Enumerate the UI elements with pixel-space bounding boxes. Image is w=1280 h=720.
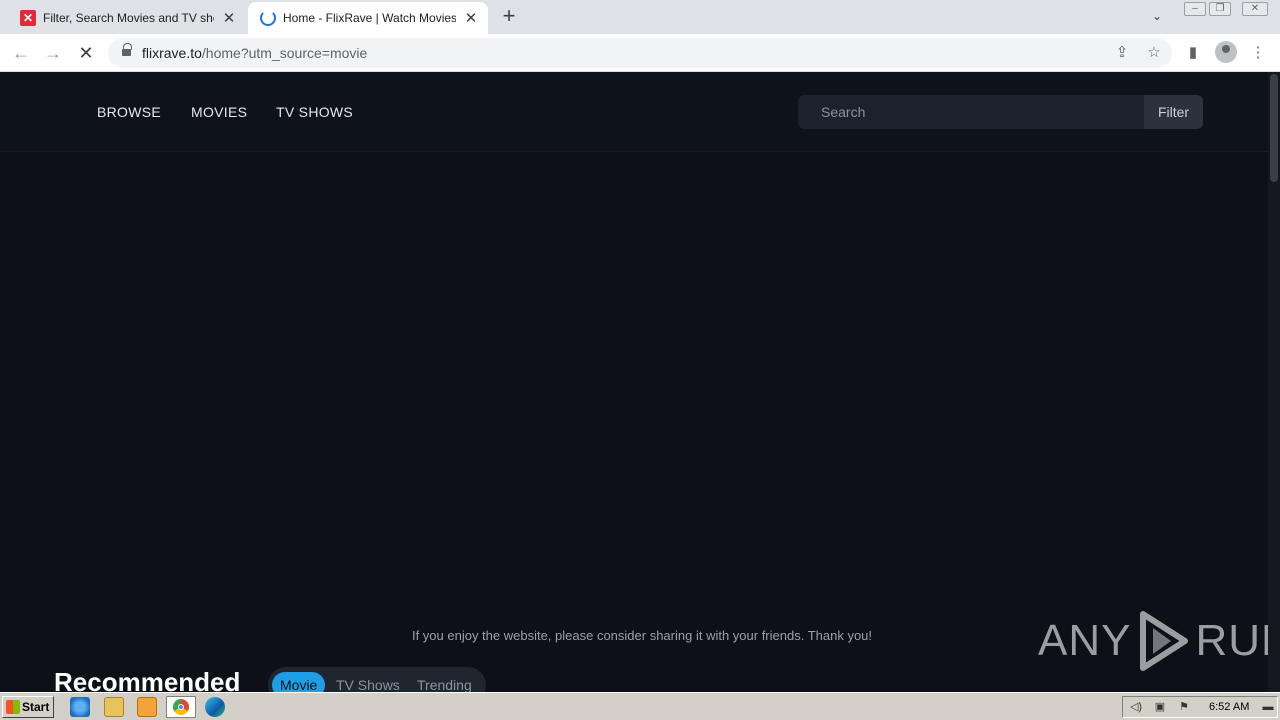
- close-tab-icon[interactable]: ✕: [462, 9, 480, 27]
- stop-loading-icon[interactable]: ✕: [75, 42, 97, 64]
- tab-tv-shows[interactable]: TV Shows: [336, 672, 400, 692]
- windows-logo-icon: [6, 700, 20, 714]
- close-window-icon[interactable]: ✕: [1242, 2, 1268, 16]
- start-label: Start: [22, 700, 50, 714]
- url-domain: flixrave.to: [142, 45, 202, 61]
- forward-icon[interactable]: →: [42, 42, 64, 64]
- back-icon[interactable]: ←: [10, 42, 32, 64]
- filter-button[interactable]: Filter: [1144, 95, 1203, 129]
- nav-browse[interactable]: BROWSE: [97, 104, 161, 120]
- star-icon[interactable]: ☆: [1144, 43, 1164, 63]
- tab-trending[interactable]: Trending: [417, 672, 472, 692]
- recommended-heading: Recommended: [54, 667, 241, 692]
- loading-spinner-icon: [260, 10, 276, 26]
- minimize-icon[interactable]: –: [1184, 2, 1206, 16]
- play-logo-icon: [1140, 611, 1189, 671]
- volume-icon[interactable]: ◁): [1129, 700, 1143, 714]
- tab-strip: ✕ Filter, Search Movies and TV shows - ✕…: [0, 0, 1280, 34]
- tab-home-flixrave[interactable]: Home - FlixRave | Watch Movies & T ✕: [248, 2, 488, 34]
- tab-title: Home - FlixRave | Watch Movies & T: [283, 11, 456, 25]
- close-tab-icon[interactable]: ✕: [220, 9, 238, 27]
- edge-icon[interactable]: [205, 697, 225, 717]
- menu-icon[interactable]: ⋮: [1248, 43, 1268, 63]
- media-player-icon[interactable]: [137, 697, 157, 717]
- start-button[interactable]: Start: [2, 696, 54, 718]
- taskbar: Start ◁) ▣ ⚑ 6:52 AM ▬: [0, 692, 1280, 720]
- anyrun-watermark: ANY RUN: [1038, 610, 1268, 672]
- flixrave-x-icon: ✕: [20, 10, 36, 26]
- clock[interactable]: 6:52 AM: [1209, 701, 1249, 713]
- watermark-right-text: RUN: [1195, 616, 1268, 665]
- tab-filter-search[interactable]: ✕ Filter, Search Movies and TV shows - ✕: [8, 2, 246, 34]
- show-desktop-icon[interactable]: ▬: [1261, 700, 1275, 714]
- tab-title: Filter, Search Movies and TV shows -: [43, 11, 214, 25]
- restore-icon[interactable]: ❐: [1209, 2, 1231, 16]
- explorer-icon[interactable]: [104, 697, 124, 717]
- tab-movie[interactable]: Movie: [272, 672, 326, 692]
- watermark-left-text: ANY: [1038, 616, 1132, 665]
- scroll-thumb[interactable]: [1270, 74, 1278, 182]
- tab-search-icon[interactable]: ⌄: [1152, 9, 1162, 23]
- address-bar[interactable]: flixrave.to/home?utm_source=movie ⇪ ☆: [108, 38, 1172, 68]
- page-content: BROWSE MOVIES TV SHOWS Filter If you enj…: [0, 72, 1268, 692]
- nav-tv-shows[interactable]: TV SHOWS: [276, 104, 353, 120]
- browser-toolbar: ← → ✕ flixrave.to/home?utm_source=movie …: [0, 34, 1280, 72]
- recommended-tabs: Movie TV Shows Trending: [268, 667, 486, 692]
- url-text[interactable]: flixrave.to/home?utm_source=movie: [142, 45, 367, 61]
- share-icon[interactable]: ⇪: [1112, 43, 1132, 63]
- url-path: /home?utm_source=movie: [201, 45, 368, 61]
- search-input[interactable]: [798, 95, 1144, 129]
- sidepanel-icon[interactable]: ▮: [1183, 43, 1203, 63]
- page-scrollbar[interactable]: [1268, 72, 1280, 692]
- chrome-taskbar-button[interactable]: [166, 696, 196, 718]
- ie-icon[interactable]: [70, 697, 90, 717]
- flag-icon[interactable]: ⚑: [1177, 700, 1191, 714]
- system-tray: ◁) ▣ ⚑ 6:52 AM ▬: [1122, 696, 1278, 718]
- nav-movies[interactable]: MOVIES: [191, 104, 247, 120]
- network-icon[interactable]: ▣: [1153, 700, 1167, 714]
- site-header: BROWSE MOVIES TV SHOWS Filter: [0, 72, 1268, 152]
- new-tab-button[interactable]: +: [498, 5, 520, 28]
- chrome-icon-center: [178, 704, 184, 710]
- lock-icon[interactable]: [122, 43, 132, 57]
- profile-icon[interactable]: [1215, 41, 1237, 63]
